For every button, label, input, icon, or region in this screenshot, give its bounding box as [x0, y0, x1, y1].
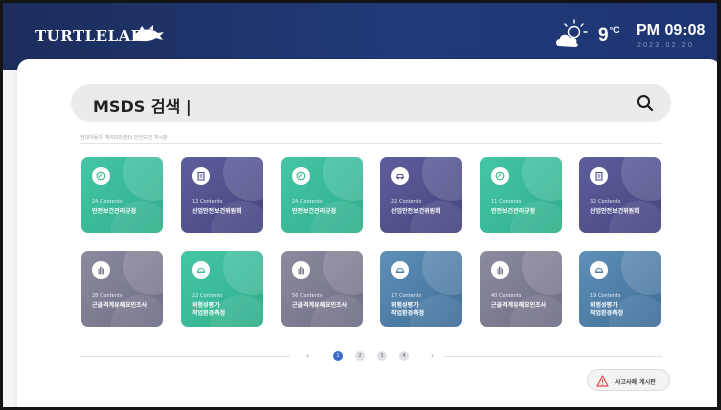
category-card[interactable]: 22 Contents 산업안전보건위원회: [380, 157, 462, 233]
car-icon: [391, 167, 409, 185]
card-count: 19 Contents: [590, 293, 621, 299]
category-card[interactable]: 11 Contents 안전보건관리규정: [480, 157, 562, 233]
clipboard-icon: [590, 167, 608, 185]
card-title: 위험성평가 작업환경측정: [391, 302, 425, 317]
card-title: 근골격계유해요인조사: [92, 302, 148, 309]
category-card[interactable]: 24 Contents 안전보건관리규정: [81, 157, 163, 233]
partly-cloudy-icon: [556, 19, 588, 47]
divider: [80, 143, 662, 144]
clipboard-icon: [192, 167, 210, 185]
accident-board-button[interactable]: 사고사례 게시판: [587, 369, 670, 391]
card-count: 22 Contents: [192, 293, 223, 299]
warning-icon: [596, 375, 609, 387]
category-card[interactable]: 28 Contents 근골격계유해요인조사: [81, 251, 163, 327]
board-caption: 현대자동차 캐이피피센터 안전보건 게시판: [80, 135, 168, 141]
page-button[interactable]: 4: [399, 351, 409, 361]
app-frame: TURTLELAB 9°C PM 09:08 2023.02.20 MSDS 검…: [0, 0, 721, 410]
card-count: 11 Contents: [491, 199, 522, 205]
category-card[interactable]: 22 Contents 위험성평가 작업환경측정: [181, 251, 263, 327]
temperature-readout: 9°C: [598, 25, 620, 47]
temperature-value: 9: [598, 25, 609, 46]
card-title: 안전보건관리규정: [292, 208, 337, 215]
card-count: 24 Contents: [92, 199, 123, 205]
helmet-icon: [391, 261, 409, 279]
hand-icon: [92, 261, 110, 279]
accident-board-label: 사고사례 게시판: [615, 379, 656, 386]
clock-date: 2023.02.20: [637, 42, 695, 49]
leaf-icon: [92, 167, 110, 185]
card-count: 56 Contents: [292, 293, 323, 299]
leaf-icon: [292, 167, 310, 185]
turtle-logo-icon: [133, 25, 164, 42]
category-card[interactable]: 24 Contents 안전보건관리규정: [281, 157, 363, 233]
card-title: 위험성평가 작업환경측정: [590, 302, 624, 317]
helmet-icon: [590, 261, 608, 279]
category-card[interactable]: 12 Contents 산업안전보건위원회: [181, 157, 263, 233]
temperature-unit: °C: [609, 25, 620, 35]
leaf-icon: [491, 167, 509, 185]
page-button[interactable]: 2: [355, 351, 365, 361]
card-title: 산업안전보건위원회: [590, 208, 640, 215]
search-input[interactable]: MSDS 검색 |: [93, 93, 192, 117]
card-title: 위험성평가 작업환경측정: [192, 302, 226, 317]
card-title: 근골격계유해요인조사: [491, 302, 547, 309]
card-count: 22 Contents: [391, 199, 422, 205]
page-button[interactable]: 3: [377, 351, 387, 361]
card-count: 40 Contents: [491, 293, 522, 299]
search-bar[interactable]: MSDS 검색 |: [71, 84, 671, 122]
card-count: 28 Contents: [92, 293, 123, 299]
hand-icon: [491, 261, 509, 279]
pagination-divider-left: [80, 356, 290, 357]
category-card[interactable]: 40 Contents 근골격계유해요인조사: [480, 251, 562, 327]
prev-page-button[interactable]: ‹: [306, 351, 309, 360]
card-count: 12 Contents: [192, 199, 223, 205]
category-card[interactable]: 56 Contents 근골격계유해요인조사: [281, 251, 363, 327]
helmet-icon: [192, 261, 210, 279]
card-title: 안전보건관리규정: [491, 208, 536, 215]
next-page-button[interactable]: ›: [431, 351, 434, 360]
card-title: 안전보건관리규정: [92, 208, 137, 215]
card-count: 17 Contents: [391, 293, 422, 299]
category-card[interactable]: 19 Contents 위험성평가 작업환경측정: [579, 251, 661, 327]
pagination-divider-right: [445, 356, 662, 357]
card-count: 24 Contents: [292, 199, 323, 205]
app-logo[interactable]: TURTLELAB: [35, 27, 144, 45]
category-card[interactable]: 32 Contents 산업안전보건위원회: [579, 157, 661, 233]
card-title: 산업안전보건위원회: [192, 208, 242, 215]
hand-icon: [292, 261, 310, 279]
category-card[interactable]: 17 Contents 위험성평가 작업환경측정: [380, 251, 462, 327]
clock-time: PM 09:08: [636, 22, 706, 39]
search-icon[interactable]: [636, 94, 654, 112]
page-button[interactable]: 1: [333, 351, 343, 361]
card-count: 32 Contents: [590, 199, 621, 205]
card-title: 산업안전보건위원회: [391, 208, 441, 215]
card-title: 근골격계유해요인조사: [292, 302, 348, 309]
